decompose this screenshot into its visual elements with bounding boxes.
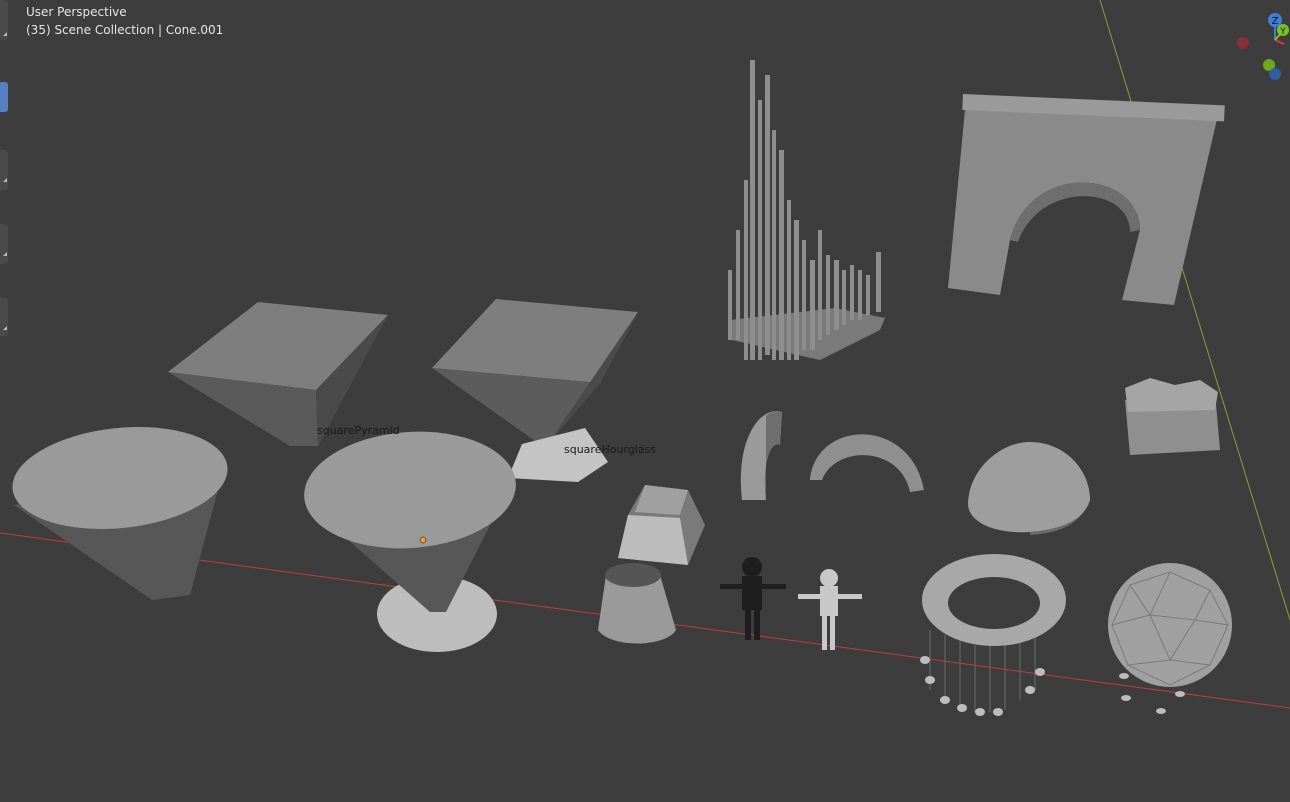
torus-object[interactable] <box>920 554 1066 716</box>
y-axis-label: Y <box>1279 27 1286 37</box>
neg-x-axis-handle[interactable] <box>1237 37 1249 49</box>
frustum-object[interactable] <box>618 485 705 565</box>
toolbar-tab-2[interactable] <box>0 150 8 190</box>
cone-object[interactable] <box>7 417 232 600</box>
city-object[interactable] <box>728 60 885 360</box>
collection-info-label: (35) Scene Collection | Cone.001 <box>26 23 224 37</box>
navigation-gizmo[interactable]: Z Y <box>1228 8 1290 88</box>
cylinder-object[interactable] <box>598 563 676 644</box>
dark-character-object[interactable] <box>720 557 786 640</box>
hemisphere-object[interactable] <box>968 442 1090 535</box>
origin-point <box>419 536 427 544</box>
neg-z-axis-handle[interactable] <box>1269 68 1281 80</box>
toolbar-tab-1[interactable] <box>0 0 8 40</box>
3d-viewport[interactable]: User Perspective (35) Scene Collection |… <box>0 0 1290 802</box>
y-axis-line <box>1099 0 1290 621</box>
z-axis-label: Z <box>1272 16 1279 27</box>
toolbar-tab-3[interactable] <box>0 224 8 264</box>
view-mode-label: User Perspective <box>26 5 127 19</box>
arc-object-2[interactable] <box>810 434 924 492</box>
square-hourglass-label: squareHourglass <box>564 443 657 456</box>
arc-object-1[interactable] <box>740 411 782 500</box>
block-cluster-object[interactable] <box>1125 378 1220 455</box>
toolbar-tab-active[interactable] <box>0 82 8 112</box>
stone-arch-object[interactable] <box>948 94 1225 305</box>
square-pyramid-label: squarePyramid <box>317 424 400 437</box>
scene-canvas[interactable] <box>0 0 1290 802</box>
cone-001-object[interactable] <box>300 425 520 652</box>
toolbar-tab-4[interactable] <box>0 298 8 336</box>
light-character-object[interactable] <box>798 569 862 650</box>
